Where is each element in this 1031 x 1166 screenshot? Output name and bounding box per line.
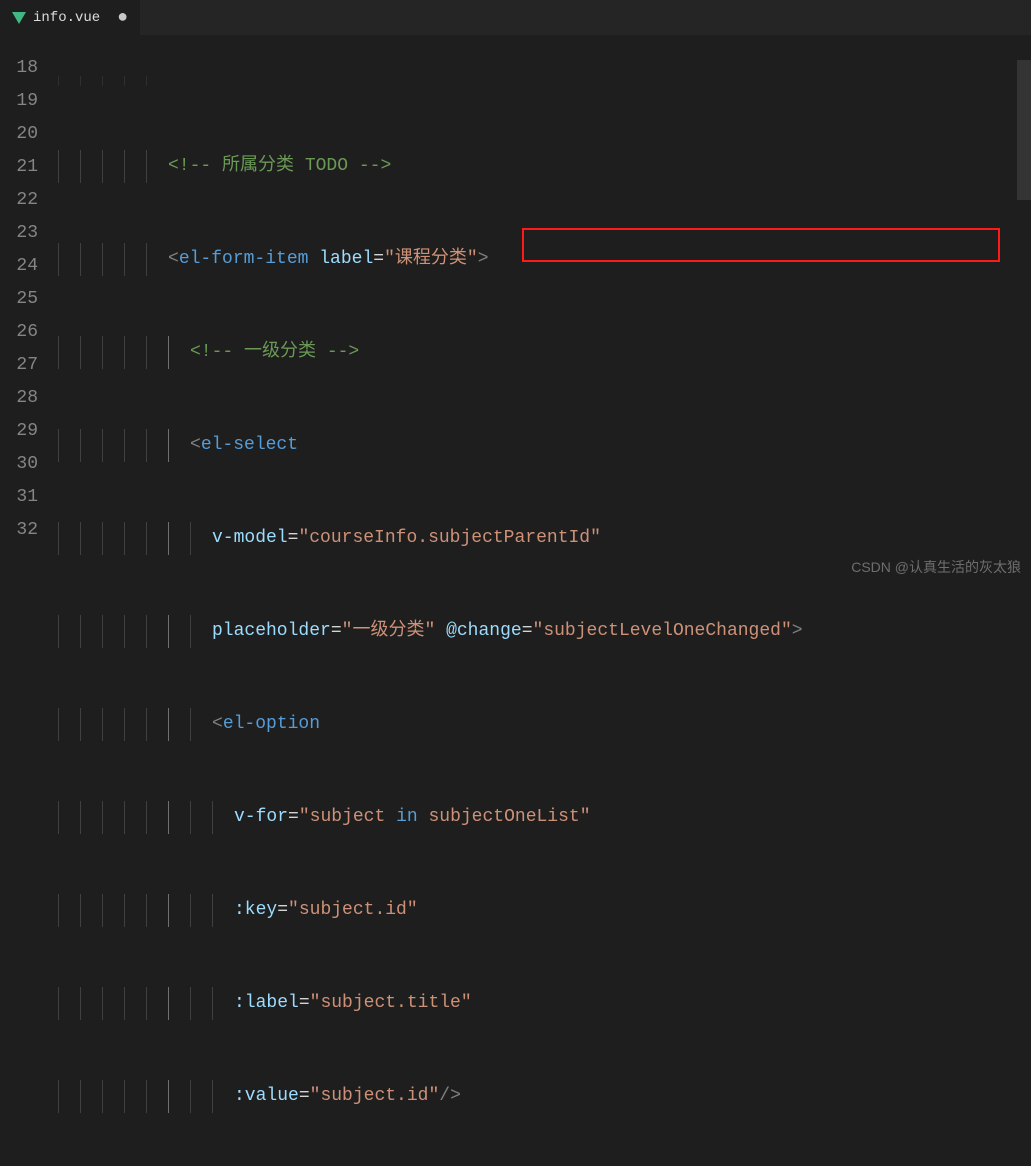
line-no: 23 [0,217,38,250]
watermark: CSDN @认真生活的灰太狼 [851,557,1021,577]
dirty-indicator-icon: ● [117,9,128,27]
line-no: 29 [0,415,38,448]
line-no: 20 [0,118,38,151]
line-no: 26 [0,316,38,349]
line-no: 31 [0,481,38,514]
line-no: 24 [0,250,38,283]
vertical-scrollbar[interactable] [1017,36,1031,583]
code-content[interactable]: <!-- 所属分类 TODO --> <el-form-item label="… [58,36,1031,583]
tab-label: info.vue [33,10,100,26]
code-line: :key="subject.id" [58,894,1031,927]
code-line: <!-- 所属分类 TODO --> [58,150,1031,183]
editor-area[interactable]: 18 19 20 21 22 23 24 25 26 27 28 29 30 3… [0,36,1031,583]
line-no: 22 [0,184,38,217]
code-line: v-for="subject in subjectOneList" [58,801,1031,834]
code-line: :value="subject.id"/> [58,1080,1031,1113]
tabs-bar: info.vue ● [0,0,1031,36]
code-line: <el-option [58,708,1031,741]
line-no: 27 [0,349,38,382]
code-line: :label="subject.title" [58,987,1031,1020]
code-line: v-model="courseInfo.subjectParentId" [58,522,1031,555]
vue-file-icon [12,11,26,25]
scrollbar-thumb[interactable] [1017,60,1031,200]
line-no: 25 [0,283,38,316]
tab-info-vue[interactable]: info.vue ● [0,0,140,35]
line-no: 32 [0,514,38,547]
line-gutter: 18 19 20 21 22 23 24 25 26 27 28 29 30 3… [0,36,58,583]
line-no: 28 [0,382,38,415]
line-no: 19 [0,85,38,118]
line-no: 30 [0,448,38,481]
line-no: 18 [0,52,38,85]
code-line: placeholder="一级分类" @change="subjectLevel… [58,615,1031,648]
code-line: <el-form-item label="课程分类"> [58,243,1031,276]
code-line: <el-select [58,429,1031,462]
line-no: 21 [0,151,38,184]
code-line: <!-- 一级分类 --> [58,336,1031,369]
code-line [58,76,1031,86]
